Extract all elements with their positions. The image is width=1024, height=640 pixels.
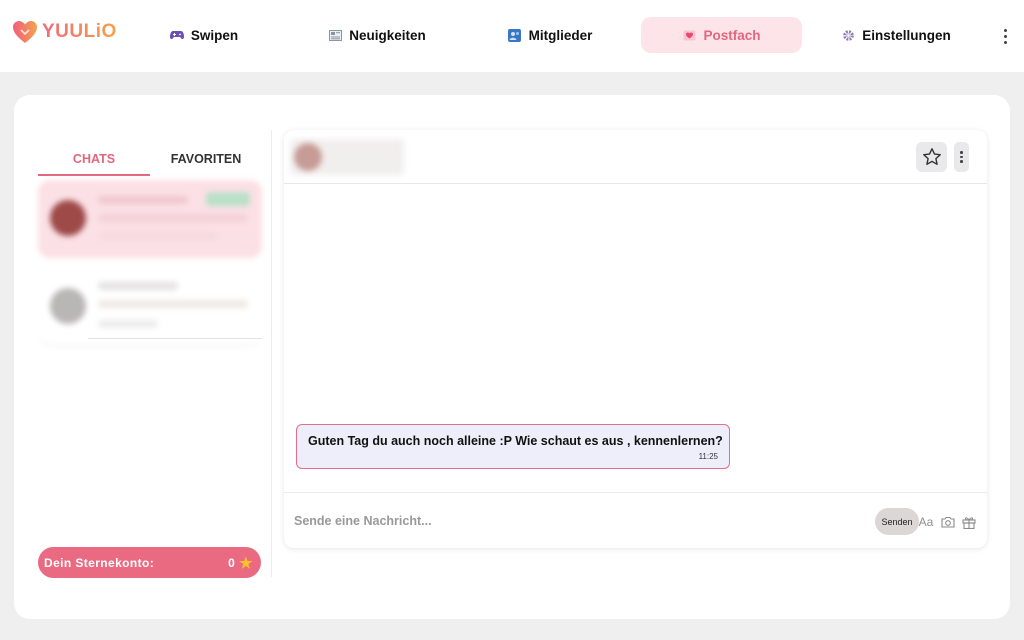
nav-label: Mitglieder xyxy=(528,27,593,43)
nav-label: Postfach xyxy=(703,27,761,43)
newspaper-icon xyxy=(328,28,342,42)
avatar xyxy=(50,288,86,324)
star-account-balance: 0 ★ xyxy=(228,554,253,572)
heart-letter-icon xyxy=(682,28,696,42)
gamepad-icon xyxy=(169,28,184,42)
message-input[interactable] xyxy=(294,509,854,533)
message-composer: Senden Aa xyxy=(284,492,987,548)
dot xyxy=(960,151,963,154)
blurred-contact-info[interactable] xyxy=(290,139,404,175)
dot xyxy=(1003,28,1007,32)
dot xyxy=(960,160,963,163)
chat-window: Guten Tag du auch noch alleine :P Wie sc… xyxy=(284,130,987,548)
top-navigation: YUULiO Swipen Neuigkeiten Mitglieder Pos… xyxy=(0,0,1024,72)
brand-name: YUULiO xyxy=(42,21,117,42)
star-account-label: Dein Sternekonto: xyxy=(44,555,155,570)
chat-header xyxy=(284,130,987,184)
tab-chats[interactable]: CHATS xyxy=(38,130,150,176)
favorite-button[interactable] xyxy=(916,142,947,172)
star-icon: ★ xyxy=(239,554,253,572)
avatar xyxy=(294,143,322,171)
text-format-icon[interactable]: Aa xyxy=(918,514,934,530)
message-bubble: Guten Tag du auch noch alleine :P Wie sc… xyxy=(296,424,730,469)
blurred-badge xyxy=(206,192,250,206)
blurred-name xyxy=(98,282,178,290)
chat-options-button[interactable] xyxy=(954,142,969,172)
blurred-preview xyxy=(98,320,158,328)
divider xyxy=(88,338,262,339)
blurred-preview xyxy=(98,300,248,308)
dot xyxy=(1003,34,1007,38)
dot xyxy=(960,155,963,159)
star-count: 0 xyxy=(228,555,236,570)
members-icon xyxy=(508,28,522,42)
sidebar-tabs: CHATS FAVORITEN xyxy=(38,130,262,176)
nav-neuigkeiten[interactable]: Neuigkeiten xyxy=(318,17,436,53)
dot xyxy=(1003,40,1007,44)
blurred-preview xyxy=(98,214,248,222)
message-text: Guten Tag du auch noch alleine :P Wie sc… xyxy=(308,434,723,448)
conversation-item[interactable] xyxy=(38,180,262,258)
conversation-item[interactable] xyxy=(38,268,262,346)
nav-label: Swipen xyxy=(190,27,239,43)
gear-icon xyxy=(841,28,855,42)
more-menu-button[interactable] xyxy=(998,25,1012,47)
tab-favoriten[interactable]: FAVORITEN xyxy=(150,130,262,176)
blurred-name xyxy=(98,196,188,204)
brand-logo[interactable]: YUULiO xyxy=(12,20,117,44)
nav-postfach[interactable]: Postfach xyxy=(641,17,802,53)
blurred-preview xyxy=(98,232,218,240)
gift-icon[interactable] xyxy=(961,514,977,530)
camera-icon[interactable] xyxy=(940,514,956,530)
nav-mitglieder[interactable]: Mitglieder xyxy=(498,17,602,53)
message-time: 11:25 xyxy=(698,452,718,461)
avatar xyxy=(50,200,86,236)
star-account-bar[interactable]: Dein Sternekonto: 0 ★ xyxy=(38,547,261,578)
chat-sidebar: CHATS FAVORITEN Dein Sternekonto: 0 ★ xyxy=(38,130,272,578)
nav-label: Einstellungen xyxy=(862,27,951,43)
nav-einstellungen[interactable]: Einstellungen xyxy=(832,17,960,53)
nav-label: Neuigkeiten xyxy=(349,27,426,43)
star-outline-icon xyxy=(922,148,941,165)
heart-logo-icon xyxy=(13,21,37,43)
nav-swipen[interactable]: Swipen xyxy=(162,17,246,53)
send-button[interactable]: Senden xyxy=(875,508,919,535)
